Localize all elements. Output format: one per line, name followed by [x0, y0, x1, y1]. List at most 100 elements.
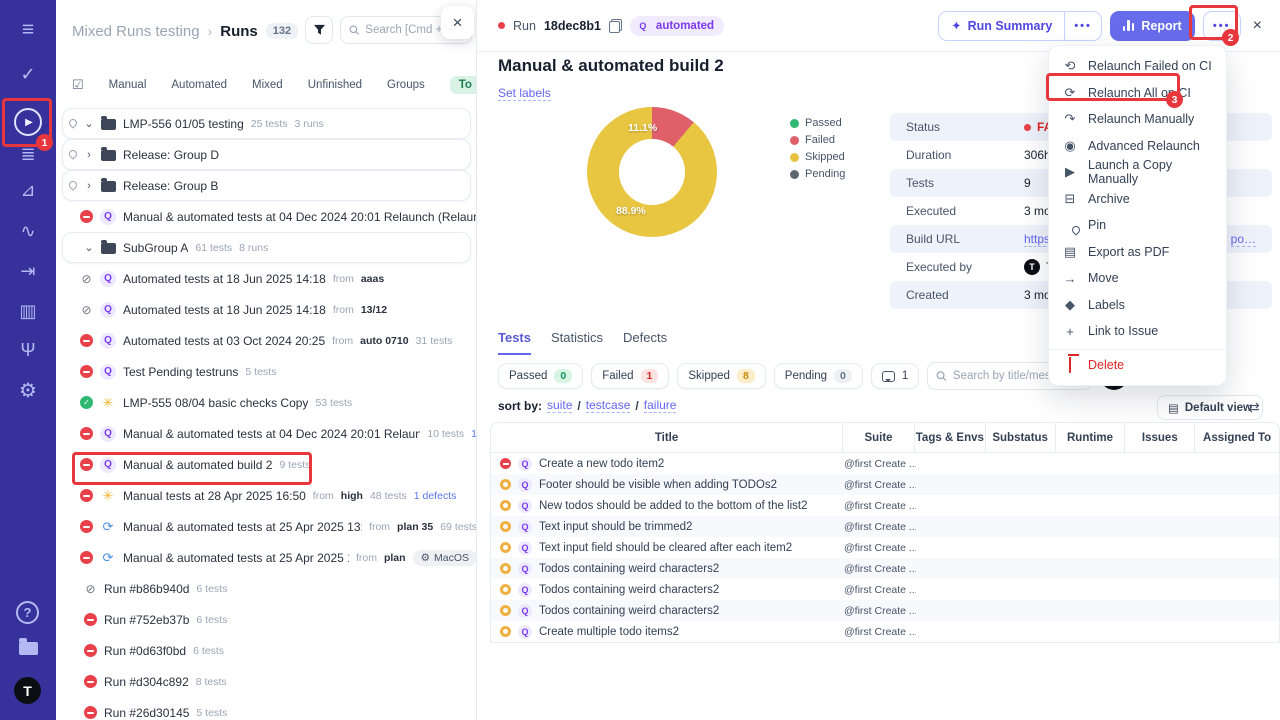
table-row[interactable]: Q New todos should be added to the bottom… — [491, 495, 1279, 516]
column-header-suite[interactable]: Suite — [843, 423, 915, 452]
chevron-down-icon[interactable]: ⌄ — [84, 117, 94, 130]
chevron-right-icon[interactable]: › — [84, 149, 94, 161]
menu-item-pin[interactable]: Pin — [1049, 212, 1226, 239]
menu-item-launch-a-copy-manually[interactable]: ▶ Launch a Copy Manually — [1049, 158, 1226, 186]
column-settings-icon[interactable]: ⇄ — [1248, 399, 1260, 416]
copy-icon[interactable] — [608, 18, 622, 33]
breadcrumb-project[interactable]: Mixed Runs testing — [72, 23, 200, 40]
filter-chip-passed[interactable]: Passed 0 — [498, 363, 584, 389]
folder-row[interactable]: › Release: Group B — [62, 170, 471, 201]
column-header-tags-envs[interactable]: Tags & Envs — [915, 423, 986, 452]
build-url-link-tail[interactable]: po… — [1230, 232, 1256, 247]
tab-automated[interactable]: Automated — [171, 79, 227, 91]
run-list-item[interactable]: ✳ Manual tests at 28 Apr 2025 16:50 from hi… — [56, 480, 476, 511]
table-row[interactable]: Q Todos containing weird characters2 @firs… — [491, 579, 1279, 600]
run-type-badge[interactable]: Q automated — [629, 15, 725, 36]
chevron-down-icon[interactable]: ⌄ — [84, 241, 94, 254]
tests-icon[interactable]: ✓ — [0, 64, 56, 85]
help-icon[interactable]: ? — [16, 601, 39, 624]
menu-item-delete[interactable]: Delete — [1049, 352, 1226, 379]
filter-button[interactable] — [305, 16, 333, 44]
menu-item-relaunch-manually[interactable]: ↷ Relaunch Manually — [1049, 106, 1226, 133]
tab-today[interactable]: To — [449, 76, 476, 94]
run-list-item[interactable]: ⊘ Q Automated tests at 18 Jun 2025 14:18 fr… — [56, 294, 476, 325]
menu-item-relaunch-failed-on-ci[interactable]: ⟲ Relaunch Failed on CI — [1049, 53, 1226, 80]
run-list-item[interactable]: ⊘ Run #b86b940d 6 tests — [56, 573, 476, 604]
run-list-item[interactable]: Q Manual & automated tests at 04 Dec 2024… — [56, 201, 476, 232]
menu-icon[interactable]: ≡ — [0, 18, 56, 42]
table-row[interactable]: Q Create multiple todo items2 @first Creat… — [491, 621, 1279, 642]
gear-icon[interactable]: ⚙ — [0, 378, 56, 403]
test-title-cell: Q Text input field should be cleared afte… — [491, 540, 844, 555]
run-list-item[interactable]: Run #752eb37b 6 tests — [56, 604, 476, 635]
run-list-item[interactable]: Q Automated tests at 03 Oct 2024 20:25 fro… — [56, 325, 476, 356]
run-list-item[interactable]: Run #0d63f0bd 6 tests — [56, 635, 476, 666]
run-list-item[interactable]: ✓ ✳ LMP-555 08/04 basic checks Copy 53 test… — [56, 387, 476, 418]
analytics-icon[interactable]: ▥ — [0, 301, 56, 322]
import-icon[interactable]: ⇥ — [0, 261, 56, 282]
table-row[interactable]: Q Todos containing weird characters2 @firs… — [491, 558, 1279, 579]
pulse-icon[interactable]: ∿ — [0, 221, 56, 242]
comments-chip[interactable]: 1 — [870, 363, 920, 389]
close-detail-icon[interactable]: × — [1249, 17, 1266, 35]
status-failed-icon — [80, 551, 93, 564]
run-list-item[interactable]: ⟳ Manual & automated tests at 25 Apr 2025… — [56, 511, 476, 542]
select-all-icon[interactable]: ☑ — [72, 77, 84, 93]
tab-mixed[interactable]: Mixed — [252, 79, 283, 91]
column-header-issues[interactable]: Issues — [1125, 423, 1196, 452]
run-list-item[interactable]: Run #26d30145 5 tests — [56, 697, 476, 720]
folder-row[interactable]: › Release: Group D — [62, 139, 471, 170]
filter-chip-failed[interactable]: Failed 1 — [591, 363, 670, 389]
close-panel-button[interactable]: × — [441, 6, 474, 39]
tab-statistics[interactable]: Statistics — [551, 330, 603, 355]
table-row[interactable]: Q Text input should be trimmed2 @first Cre… — [491, 516, 1279, 537]
branch-icon[interactable]: Ψ — [0, 340, 56, 361]
milestones-icon[interactable]: ⊿ — [0, 180, 56, 201]
run-list-item[interactable]: Run #d304c892 8 tests — [56, 666, 476, 697]
menu-item-advanced-relaunch[interactable]: ◉ Advanced Relaunch — [1049, 133, 1226, 160]
run-list-item[interactable]: Q Test Pending testruns 5 tests — [56, 356, 476, 387]
run-list-item[interactable]: ⊘ Q Automated tests at 18 Jun 2025 14:18 fr… — [56, 263, 476, 294]
menu-item-archive[interactable]: ⊟ Archive — [1049, 186, 1226, 213]
column-header-title[interactable]: Title — [491, 423, 844, 452]
tab-groups[interactable]: Groups — [387, 79, 425, 91]
tests-count: 5 tests — [245, 365, 277, 378]
table-row[interactable]: Q Text input field should be cleared afte… — [491, 537, 1279, 558]
run-summary-more-button[interactable]: ••• — [1064, 11, 1101, 40]
tab-tests[interactable]: Tests — [498, 330, 531, 355]
tab-manual[interactable]: Manual — [109, 79, 147, 91]
table-row[interactable]: Q Todos containing weird characters2 @firs… — [491, 600, 1279, 621]
table-row[interactable]: Q Create a new todo item2 @first Create ..… — [491, 453, 1279, 474]
run-list-item[interactable]: Q Manual & automated build 2 9 tests — [56, 449, 476, 480]
column-header-substatus[interactable]: Substatus — [986, 423, 1056, 452]
table-row[interactable]: Q Footer should be visible when adding TO… — [491, 474, 1279, 495]
filter-chip-pending[interactable]: Pending 0 — [773, 363, 863, 389]
sort-testcase-link[interactable]: testcase — [585, 398, 631, 413]
set-labels-link[interactable]: Set labels — [498, 86, 551, 101]
folder-row[interactable]: ⌄ SubGroup A 61 tests 8 runs — [62, 232, 471, 263]
status-canceled-icon: ⊘ — [81, 302, 92, 317]
folder-row[interactable]: ⌄ LMP-556 01/05 testing 25 tests 3 runs — [62, 108, 471, 139]
column-header-runtime[interactable]: Runtime — [1056, 423, 1126, 452]
column-header-assigned-to[interactable]: Assigned To — [1195, 423, 1279, 452]
run-list-item[interactable]: Q Manual & automated tests at 04 Dec 2024… — [56, 418, 476, 449]
tab-unfinished[interactable]: Unfinished — [308, 79, 362, 91]
projects-folder-icon[interactable] — [19, 638, 38, 655]
user-avatar[interactable]: T — [14, 677, 41, 704]
menu-item-move[interactable]: → Move — [1049, 265, 1226, 292]
sort-suite-link[interactable]: suite — [547, 398, 573, 413]
report-button[interactable]: Report — [1109, 10, 1195, 41]
run-list-item[interactable]: ⟳ Manual & automated tests at 25 Apr 2025… — [56, 542, 476, 573]
defects-link[interactable]: 1 defects — [414, 490, 457, 502]
runs-play-icon[interactable]: ▶ — [14, 108, 42, 136]
tab-defects[interactable]: Defects — [623, 330, 667, 355]
run-summary-button[interactable]: ✦ Run Summary — [939, 11, 1065, 40]
menu-item-labels[interactable]: ◆ Labels — [1049, 292, 1226, 319]
menu-item-relaunch-all-on-ci[interactable]: ⟳ Relaunch All on CI — [1049, 80, 1226, 107]
menu-item-export-as-pdf[interactable]: ▤ Export as PDF — [1049, 239, 1226, 266]
chevron-right-icon[interactable]: › — [84, 180, 94, 192]
sort-failure-link[interactable]: failure — [643, 398, 677, 413]
advanced-relaunch-icon: ◉ — [1064, 137, 1076, 153]
menu-item-link-to-issue[interactable]: + Link to Issue — [1049, 318, 1226, 345]
filter-chip-skipped[interactable]: Skipped 8 — [677, 363, 766, 389]
